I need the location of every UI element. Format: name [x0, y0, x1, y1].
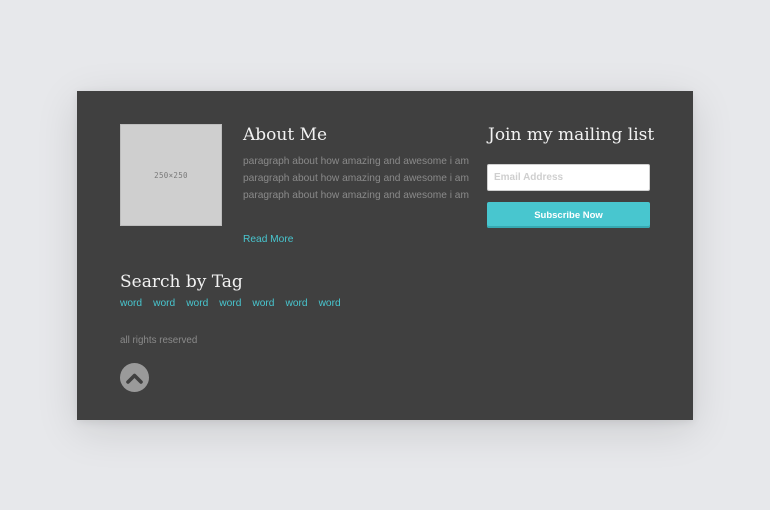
email-field[interactable] [487, 164, 650, 191]
back-to-top-button[interactable] [120, 363, 149, 392]
image-size-label: 250×250 [154, 170, 188, 180]
tag-link[interactable]: word [153, 298, 175, 309]
tag-link[interactable]: word [285, 298, 307, 309]
subscribe-button[interactable]: Subscribe Now [487, 202, 650, 228]
read-more-link[interactable]: Read More [243, 234, 293, 245]
tag-link[interactable]: word [120, 298, 142, 309]
about-paragraph: paragraph about how amazing and awesome … [243, 156, 469, 202]
copyright-text: all rights reserved [120, 335, 198, 346]
about-image-placeholder: 250×250 [120, 124, 222, 226]
tag-link[interactable]: word [319, 298, 341, 309]
chevron-up-icon [126, 373, 143, 384]
about-title: About Me [243, 125, 328, 145]
tag-list: word word word word word word word [120, 298, 341, 309]
tag-link[interactable]: word [252, 298, 274, 309]
tag-link[interactable]: word [186, 298, 208, 309]
tag-link[interactable]: word [219, 298, 241, 309]
mailing-list-title: Join my mailing list [488, 125, 655, 145]
footer-panel: 250×250 About Me paragraph about how ama… [77, 91, 693, 420]
search-by-tag-title: Search by Tag [120, 272, 243, 292]
